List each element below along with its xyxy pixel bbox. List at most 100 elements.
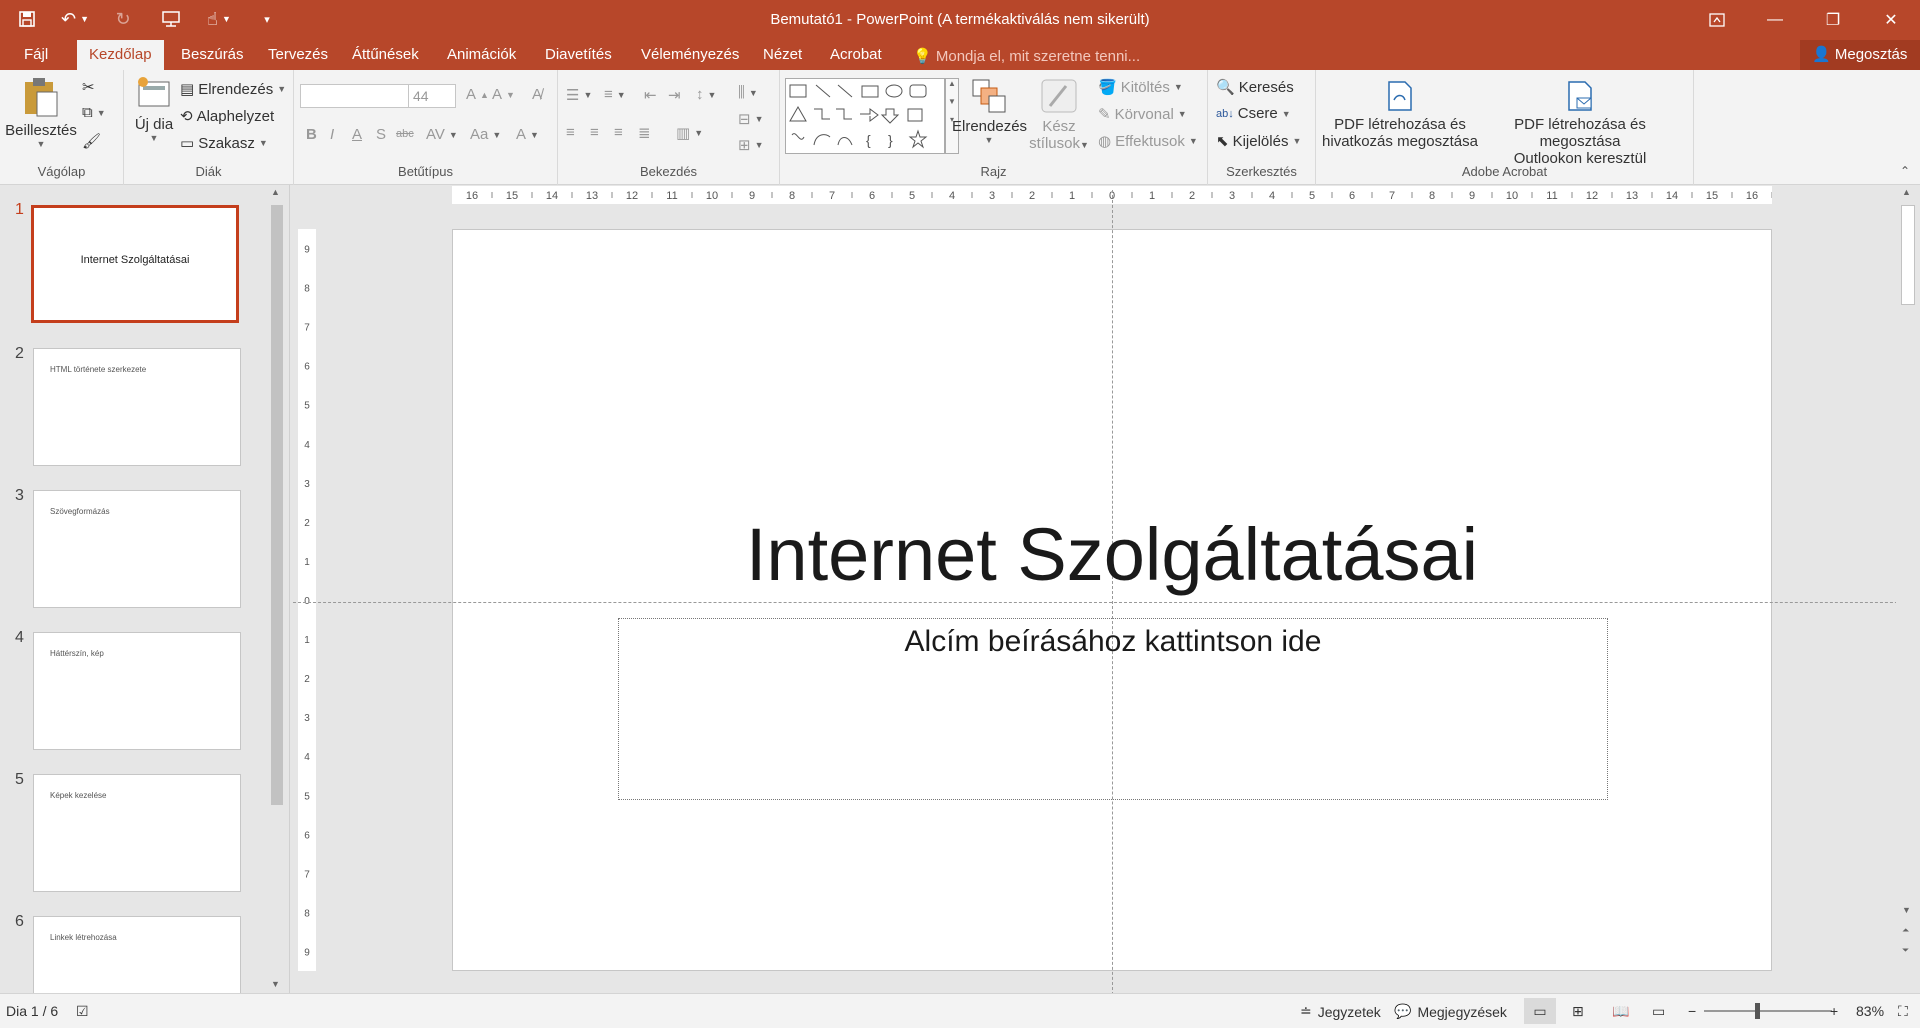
share-button[interactable]: 👤 Megosztás <box>1800 40 1920 70</box>
fit-to-window-icon[interactable]: ⛶ <box>1898 1003 1908 1020</box>
spell-check-icon[interactable]: ☑ <box>76 1003 89 1020</box>
shape-fill-button[interactable]: 🪣 Kitöltés ▼ <box>1098 78 1183 97</box>
minimize-icon[interactable]: — <box>1746 0 1804 40</box>
copy-icon[interactable]: ⧉ ▼ <box>82 104 106 121</box>
slide-title[interactable]: Internet Szolgáltatásai <box>453 512 1771 597</box>
bold-icon[interactable]: B <box>306 126 317 143</box>
tab-view[interactable]: Nézet <box>751 40 814 70</box>
subtitle-placeholder[interactable]: Alcím beírásához kattintson ide <box>618 618 1608 800</box>
previous-slide-icon[interactable]: ⏶ <box>1902 925 1909 936</box>
line-spacing-icon[interactable]: ↕ ▼ <box>696 86 716 103</box>
thumbnail-scrollbar[interactable]: ▲ ▼ <box>268 185 286 993</box>
ribbon-display-options-icon[interactable] <box>1688 0 1746 40</box>
tab-slideshow[interactable]: Diavetítés <box>533 40 624 70</box>
zoom-in-icon[interactable]: + <box>1830 1003 1838 1019</box>
tab-home[interactable]: Kezdőlap <box>77 40 164 70</box>
collapse-ribbon-icon[interactable]: ⌃ <box>1900 164 1910 178</box>
format-painter-icon[interactable]: 🖌 <box>82 132 101 150</box>
clear-formatting-icon[interactable]: A̸ <box>532 86 542 103</box>
tab-acrobat[interactable]: Acrobat <box>818 40 894 70</box>
zoom-slider-thumb[interactable] <box>1755 1003 1761 1019</box>
pdf-outlook-button[interactable]: PDF létrehozása és megosztása Outlookon … <box>1474 80 1686 167</box>
slide-thumbnail-4[interactable]: Háttérszín, kép <box>33 632 241 750</box>
slide-thumbnail-3[interactable]: Szövegformázás <box>33 490 241 608</box>
grow-font-icon[interactable]: A ▲ <box>466 86 489 103</box>
shapes-gallery[interactable]: { } <box>785 78 945 154</box>
justify-icon[interactable]: ≣ <box>638 124 651 142</box>
reset-button[interactable]: ⟲ Alaphelyzet <box>180 107 274 126</box>
slide-thumbnail-5[interactable]: Képek kezelése <box>33 774 241 892</box>
scroll-down-icon[interactable]: ▼ <box>271 979 280 989</box>
replace-button[interactable]: ab↓ Csere ▼ <box>1216 105 1291 122</box>
text-direction-icon[interactable]: ⫼ ▼ <box>738 84 758 101</box>
layout-button[interactable]: ▤ Elrendezés ▼ <box>180 80 286 99</box>
paste-button[interactable]: Beillesztés ▼ <box>4 76 78 149</box>
columns-icon[interactable]: ▥ ▼ <box>676 124 703 142</box>
bullets-icon[interactable]: ☰ ▼ <box>566 86 592 104</box>
zoom-slider[interactable] <box>1704 1003 1832 1019</box>
arrange-button[interactable]: Elrendezés ▼ <box>952 78 1027 145</box>
shape-outline-button[interactable]: ✎ Körvonal ▼ <box>1098 105 1187 124</box>
decrease-indent-icon[interactable]: ⇤ <box>644 86 657 104</box>
thumbnail-scroll-thumb[interactable] <box>271 205 283 805</box>
slide-scroll-thumb[interactable] <box>1901 205 1915 305</box>
quick-styles-button[interactable]: Kész stílusok▼ <box>1022 78 1096 152</box>
font-family-input[interactable] <box>300 84 412 108</box>
shape-effects-button[interactable]: ◍ Effektusok ▼ <box>1098 132 1198 151</box>
shadow-icon[interactable]: S <box>376 126 386 143</box>
find-button[interactable]: 🔍 Keresés <box>1216 78 1294 97</box>
tab-review[interactable]: Véleményezés <box>629 40 751 70</box>
slideshow-icon[interactable]: ▭ <box>1652 1003 1665 1020</box>
v-ruler-tick: 4 <box>304 752 310 763</box>
tab-transitions[interactable]: Áttűnések <box>340 40 431 70</box>
tell-me-search[interactable]: 💡 Mondja el, mit szeretne tenni... <box>913 47 1140 65</box>
tab-insert[interactable]: Beszúrás <box>169 40 256 70</box>
shrink-font-icon[interactable]: A ▼ <box>492 86 515 103</box>
pdf-share-link-label-2: hivatkozás megosztása <box>1322 133 1478 150</box>
notes-button[interactable]: ≐ Jegyzetek <box>1300 1003 1381 1020</box>
new-slide-button[interactable]: Új dia ▼ <box>128 76 180 143</box>
slide-sorter-icon[interactable]: ⊞ <box>1572 1003 1584 1020</box>
increase-indent-icon[interactable]: ⇥ <box>668 86 681 104</box>
restore-icon[interactable]: ❐ <box>1804 0 1862 40</box>
align-right-icon[interactable]: ≡ <box>614 124 623 141</box>
comments-button[interactable]: 💬 Megjegyzések <box>1394 1003 1507 1020</box>
tab-animations[interactable]: Animációk <box>435 40 528 70</box>
zoom-level[interactable]: 83% <box>1856 1003 1884 1019</box>
reading-view-icon[interactable]: 📖 <box>1612 1003 1629 1020</box>
tab-design[interactable]: Tervezés <box>256 40 340 70</box>
select-button[interactable]: ⬉ Kijelölés ▼ <box>1216 132 1301 151</box>
change-case-icon[interactable]: Aa ▼ <box>470 126 501 143</box>
italic-icon[interactable]: I <box>330 126 334 143</box>
slide-thumbnail-1[interactable]: Internet Szolgáltatásai <box>31 205 239 323</box>
next-slide-icon[interactable]: ⏷ <box>1902 945 1909 956</box>
strikethrough-icon[interactable]: abc <box>396 128 414 140</box>
v-ruler-tick: 3 <box>304 713 310 724</box>
align-text-icon[interactable]: ⊟ ▼ <box>738 110 764 128</box>
scroll-up-icon[interactable]: ▲ <box>271 187 280 197</box>
normal-view-button[interactable]: ▭ <box>1524 998 1556 1024</box>
slide-scrollbar[interactable]: ▲ ▼ ⏶ ⏷ <box>1896 185 1920 993</box>
char-spacing-icon[interactable]: AV ▼ <box>426 126 458 143</box>
align-center-icon[interactable]: ≡ <box>590 124 599 141</box>
editing-group-label: Szerkesztés <box>1226 164 1297 179</box>
underline-icon[interactable]: A <box>352 126 362 143</box>
slide-thumbnail-2[interactable]: HTML története szerkezete <box>33 348 241 466</box>
smartart-icon[interactable]: ⊞ ▼ <box>738 136 764 154</box>
slide-thumbnail-6[interactable]: Linkek létrehozása <box>33 916 241 993</box>
tab-file[interactable]: Fájl <box>12 40 60 70</box>
scroll-up-icon[interactable]: ▲ <box>1902 187 1911 197</box>
section-button[interactable]: ▭ Szakasz ▼ <box>180 134 268 153</box>
tell-me-text: Mondja el, mit szeretne tenni... <box>935 48 1141 65</box>
numbering-icon[interactable]: ≡ ▼ <box>604 86 626 103</box>
font-size-input[interactable]: 44 <box>408 84 456 108</box>
align-left-icon[interactable]: ≡ <box>566 124 575 141</box>
font-color-icon[interactable]: A ▼ <box>516 126 539 143</box>
pdf-share-link-button[interactable]: PDF létrehozása és hivatkozás megosztása <box>1320 80 1480 150</box>
close-icon[interactable]: ✕ <box>1862 0 1920 40</box>
slide-canvas[interactable]: Internet Szolgáltatásai Alcím beírásához… <box>293 190 1920 1010</box>
h-ruler-tick: 5 <box>909 190 915 202</box>
zoom-out-icon[interactable]: − <box>1688 1003 1696 1019</box>
cut-icon[interactable]: ✂ <box>82 78 95 96</box>
scroll-down-icon[interactable]: ▼ <box>1902 905 1911 915</box>
